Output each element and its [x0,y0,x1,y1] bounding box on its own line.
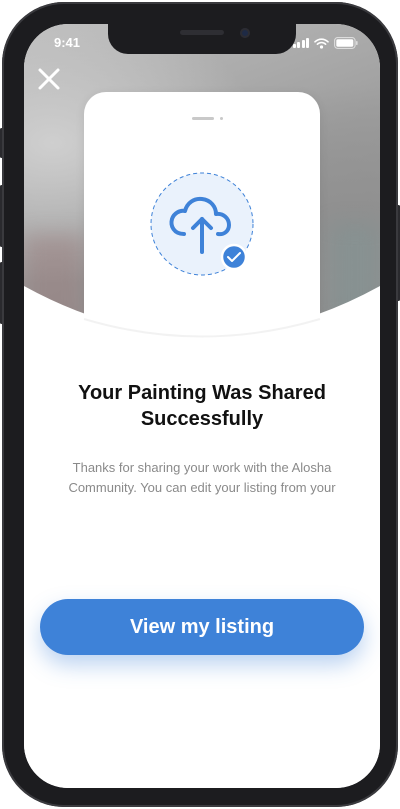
phone-frame: 9:41 Your Painting Was Shared Successful… [2,2,398,807]
notch [108,24,296,54]
close-icon[interactable] [36,66,62,92]
status-time: 9:41 [54,35,81,50]
wifi-icon [314,37,329,49]
description: Thanks for sharing your work with the Al… [42,458,362,498]
description-line-1: Thanks for sharing your work with the Al… [72,460,332,475]
status-icons [292,37,359,49]
view-listing-button[interactable]: View my listing [40,599,364,655]
speaker-grille [180,30,224,35]
page-title: Your Painting Was Shared Successfully [44,380,360,432]
battery-icon [334,37,358,49]
signal-icon [292,38,309,48]
camera-icon [240,28,250,38]
description-line-2: Community. You can edit your listing fro… [68,480,336,495]
content-area: Your Painting Was Shared Successfully Th… [24,24,380,788]
title-line-1: Your Painting Was Shared [78,382,326,404]
title-line-2: Successfully [140,408,264,430]
screen: 9:41 Your Painting Was Shared Successful… [24,24,380,788]
